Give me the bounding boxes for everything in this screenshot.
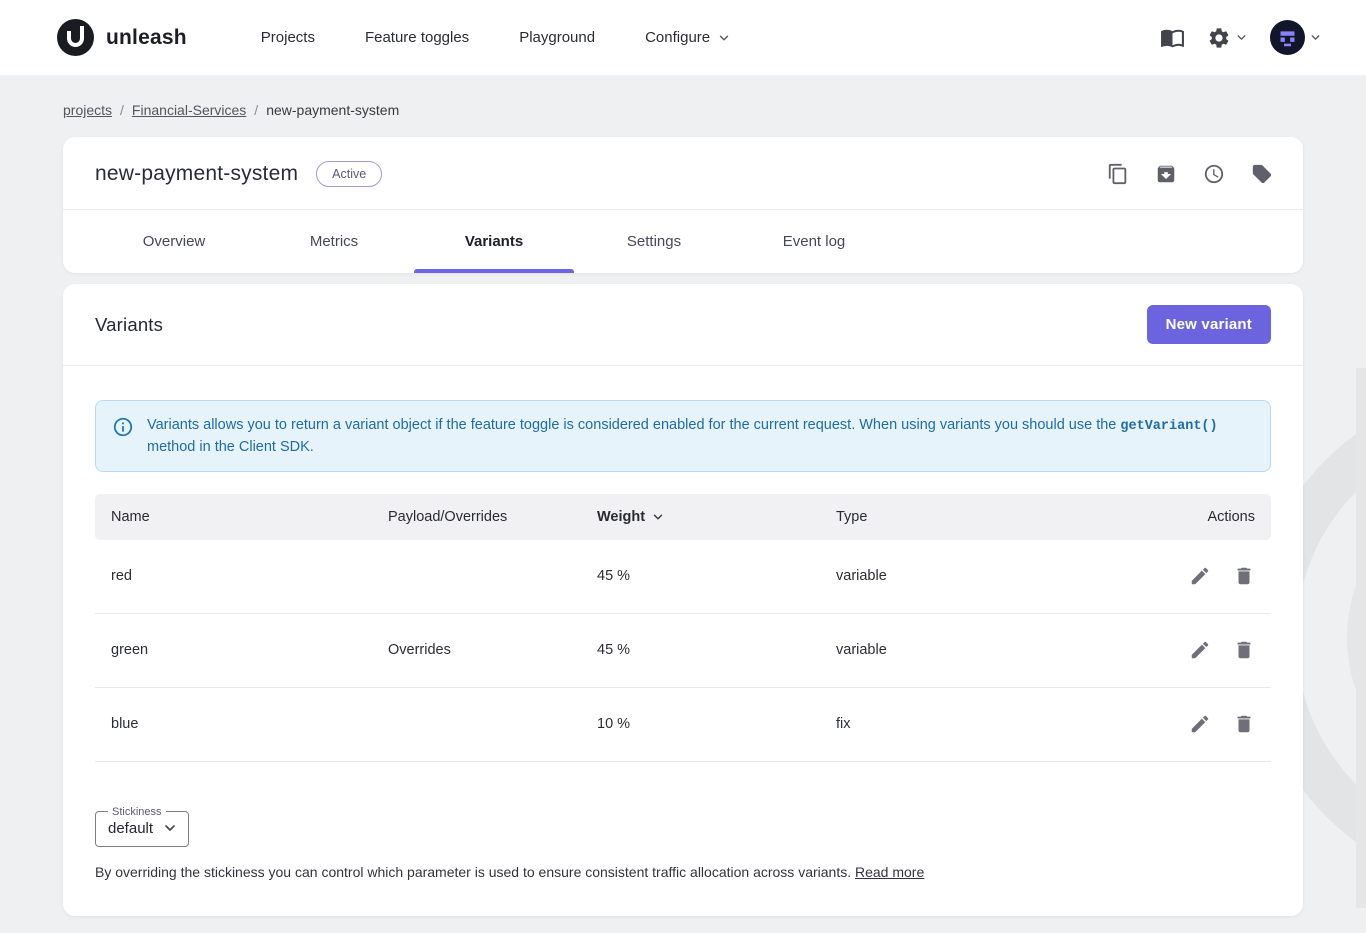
- nav-right-actions: [1160, 20, 1322, 55]
- delete-variant-icon[interactable]: [1233, 565, 1255, 587]
- col-header-weight-label: Weight: [597, 509, 645, 525]
- user-avatar[interactable]: [1270, 20, 1305, 55]
- variant-type: variable: [836, 568, 1084, 584]
- variant-row-red: red 45 % variable: [95, 540, 1271, 614]
- delete-variant-icon[interactable]: [1233, 639, 1255, 661]
- breadcrumb-current: new-payment-system: [266, 102, 399, 118]
- breadcrumb: projects / Financial-Services / new-paym…: [63, 102, 1303, 118]
- nav-configure[interactable]: Configure: [645, 29, 731, 46]
- new-variant-button[interactable]: New variant: [1147, 305, 1271, 344]
- stickiness-value: default: [108, 820, 153, 837]
- variant-row-blue: blue 10 % fix: [95, 688, 1271, 762]
- variant-row-green: green Overrides 45 % variable: [95, 614, 1271, 688]
- read-more-link[interactable]: Read more: [855, 864, 924, 880]
- col-header-name: Name: [95, 509, 388, 525]
- variant-name: green: [95, 642, 388, 658]
- nav-feature-toggles[interactable]: Feature toggles: [365, 29, 469, 46]
- col-header-payload: Payload/Overrides: [388, 509, 597, 525]
- alert-text-before: Variants allows you to return a variant …: [147, 417, 1120, 433]
- page-title: new-payment-system: [95, 162, 298, 186]
- tag-icon[interactable]: [1251, 163, 1273, 185]
- delete-variant-icon[interactable]: [1233, 713, 1255, 735]
- archive-icon[interactable]: [1155, 163, 1177, 185]
- sort-chevron-down-icon: [651, 510, 665, 524]
- variant-payload: Overrides: [388, 642, 597, 658]
- alert-code: getVariant(): [1120, 419, 1217, 434]
- info-alert: Variants allows you to return a variant …: [95, 400, 1271, 472]
- breadcrumb-projects[interactable]: projects: [63, 102, 112, 118]
- edit-variant-icon[interactable]: [1189, 713, 1211, 735]
- history-clock-icon[interactable]: [1203, 163, 1225, 185]
- nav-configure-label: Configure: [645, 29, 710, 46]
- col-header-type: Type: [836, 509, 1084, 525]
- chevron-down-icon: [1235, 31, 1248, 44]
- variants-title: Variants: [95, 314, 163, 336]
- variant-type: fix: [836, 716, 1084, 732]
- primary-nav: Projects Feature toggles Playground Conf…: [261, 29, 731, 46]
- variant-weight: 45 %: [597, 642, 836, 658]
- col-header-actions: Actions: [1084, 509, 1271, 525]
- gear-icon: [1207, 26, 1231, 50]
- docs-book-icon[interactable]: [1160, 25, 1185, 50]
- edit-variant-icon[interactable]: [1189, 639, 1211, 661]
- brand-name: unleash: [106, 26, 187, 50]
- variants-table: Name Payload/Overrides Weight Type Actio…: [95, 494, 1271, 762]
- unleash-logo[interactable]: unleash: [57, 19, 187, 56]
- variant-type: variable: [836, 642, 1084, 658]
- chevron-down-icon: [717, 31, 731, 45]
- table-header-row: Name Payload/Overrides Weight Type Actio…: [95, 494, 1271, 540]
- stickiness-select[interactable]: Stickiness default: [95, 806, 189, 847]
- helper-text: By overriding the stickiness you can con…: [95, 864, 851, 880]
- chevron-down-icon: [162, 820, 178, 836]
- top-navigation: unleash Projects Feature toggles Playgro…: [0, 0, 1366, 75]
- breadcrumb-separator: /: [120, 102, 124, 118]
- alert-text-after: method in the Client SDK.: [147, 439, 314, 455]
- tab-metrics[interactable]: Metrics: [254, 210, 414, 273]
- tab-event-log[interactable]: Event log: [734, 210, 894, 273]
- stickiness-label: Stickiness: [108, 806, 166, 818]
- variant-name: red: [95, 568, 388, 584]
- variant-name: blue: [95, 716, 388, 732]
- nav-playground[interactable]: Playground: [519, 29, 595, 46]
- nav-projects[interactable]: Projects: [261, 29, 315, 46]
- unleash-logo-icon: [57, 19, 94, 56]
- tab-overview[interactable]: Overview: [94, 210, 254, 273]
- feature-header-card: new-payment-system Active Overview Metri…: [63, 137, 1303, 273]
- tab-variants[interactable]: Variants: [414, 210, 574, 273]
- copy-feature-icon[interactable]: [1107, 163, 1129, 185]
- variants-card: Variants New variant Variants allows you…: [63, 284, 1303, 916]
- robot-avatar-icon: [1277, 27, 1298, 48]
- info-alert-text: Variants allows you to return a variant …: [147, 415, 1254, 458]
- tab-settings[interactable]: Settings: [574, 210, 734, 273]
- variant-weight: 45 %: [597, 568, 836, 584]
- settings-gear-menu[interactable]: [1207, 26, 1248, 50]
- info-icon: [112, 416, 134, 438]
- chevron-down-icon[interactable]: [1309, 31, 1322, 44]
- edit-variant-icon[interactable]: [1189, 565, 1211, 587]
- variant-weight: 10 %: [597, 716, 836, 732]
- breadcrumb-separator: /: [254, 102, 258, 118]
- status-badge: Active: [316, 161, 382, 187]
- breadcrumb-project[interactable]: Financial-Services: [132, 102, 246, 118]
- stickiness-helper-text: By overriding the stickiness you can con…: [95, 864, 1271, 880]
- feature-tabs: Overview Metrics Variants Settings Event…: [63, 209, 1303, 273]
- col-header-weight-sort[interactable]: Weight: [597, 509, 836, 525]
